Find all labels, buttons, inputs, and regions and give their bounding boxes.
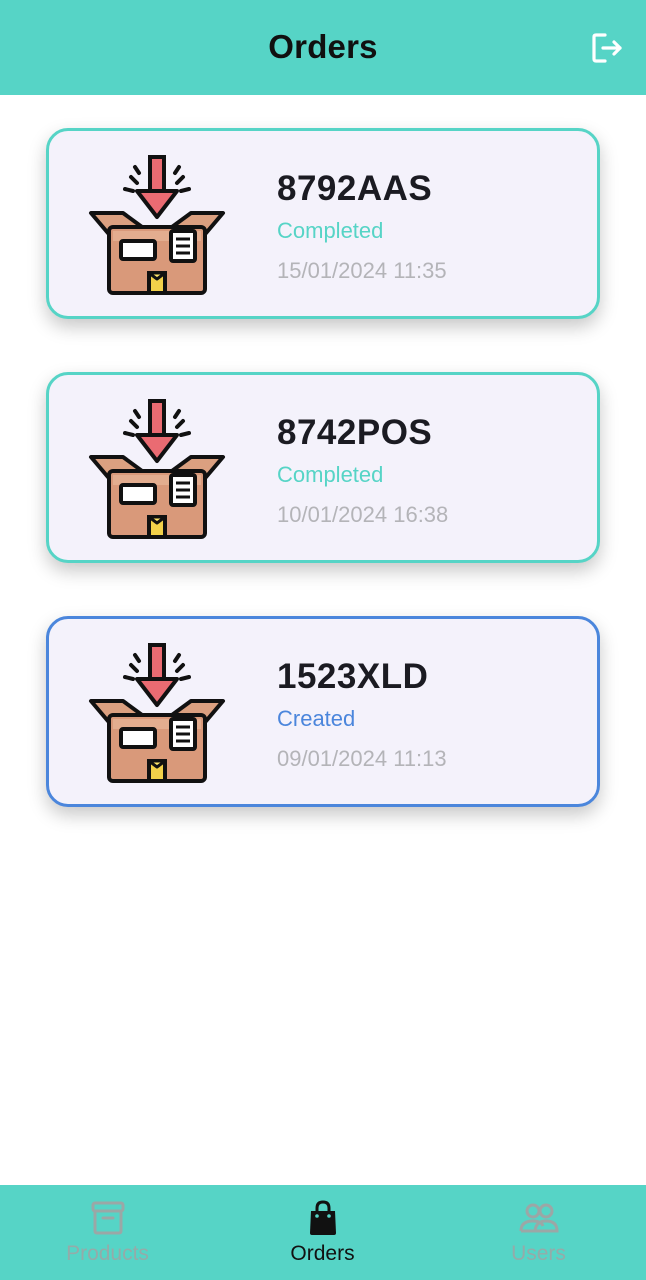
nav-label-users: Users bbox=[511, 1242, 566, 1265]
order-card[interactable]: 8792AAS Completed 15/01/2024 11:35 bbox=[46, 128, 600, 319]
order-status: Completed bbox=[277, 462, 384, 487]
order-status: Created bbox=[277, 706, 356, 731]
order-card[interactable]: 1523XLD Created 09/01/2024 11:13 bbox=[46, 616, 600, 807]
package-receive-icon bbox=[89, 155, 225, 295]
nav-item-products[interactable]: Products bbox=[0, 1185, 215, 1280]
page-title: Orders bbox=[268, 28, 378, 65]
package-receive-icon bbox=[89, 643, 225, 783]
order-id: 1523XLD bbox=[277, 657, 429, 696]
top-app-bar: Orders bbox=[0, 0, 646, 95]
users-icon bbox=[519, 1203, 559, 1233]
nav-label-orders: Orders bbox=[290, 1242, 355, 1265]
orders-screen: Orders 8792AAS Completed 15/01/2024 11:3… bbox=[0, 0, 646, 1280]
bottom-navigation: Products Orders Users bbox=[0, 1185, 646, 1280]
shopping-bag-icon bbox=[309, 1200, 336, 1235]
order-id: 8742POS bbox=[277, 413, 433, 452]
order-card[interactable]: 8742POS Completed 10/01/2024 16:38 bbox=[46, 372, 600, 563]
nav-label-products: Products bbox=[66, 1242, 149, 1265]
orders-list: 8792AAS Completed 15/01/2024 11:35 8742P… bbox=[46, 128, 600, 860]
logout-button[interactable] bbox=[590, 31, 624, 65]
order-id: 8792AAS bbox=[277, 169, 433, 208]
order-datetime: 09/01/2024 11:13 bbox=[277, 746, 447, 771]
nav-item-orders[interactable]: Orders bbox=[215, 1185, 430, 1280]
package-receive-icon bbox=[89, 399, 225, 539]
order-datetime: 15/01/2024 11:35 bbox=[277, 258, 447, 283]
nav-item-users[interactable]: Users bbox=[431, 1185, 646, 1280]
order-datetime: 10/01/2024 16:38 bbox=[277, 502, 449, 527]
logout-icon bbox=[592, 33, 622, 63]
order-status: Completed bbox=[277, 218, 384, 243]
archive-box-icon bbox=[91, 1201, 124, 1235]
